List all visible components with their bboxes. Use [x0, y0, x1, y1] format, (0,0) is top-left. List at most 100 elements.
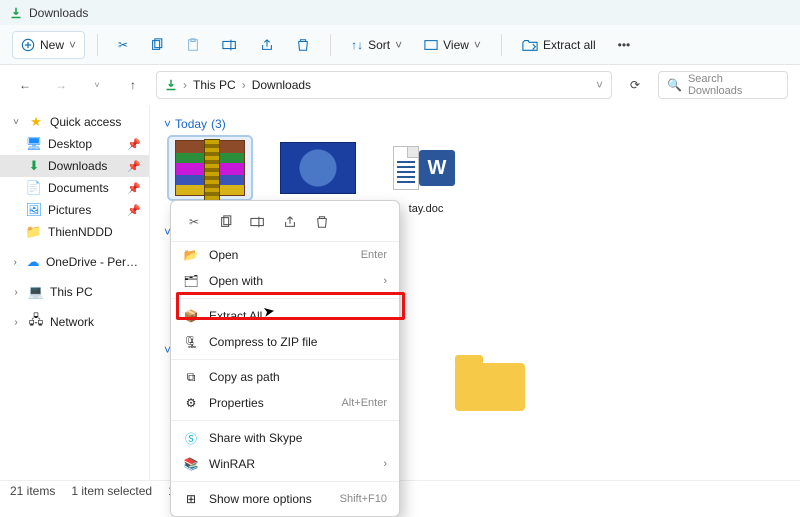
view-button[interactable]: View ˅: [416, 31, 489, 59]
group-count: (3): [211, 117, 226, 131]
share-button[interactable]: [252, 31, 282, 59]
ctx-shortcut: Shift+F10: [340, 493, 387, 505]
group-today[interactable]: ˅ Today (3): [164, 117, 786, 131]
sidebar-network[interactable]: › 🖧 Network: [0, 311, 149, 333]
sidebar-item-label: ThienNDDD: [48, 225, 113, 239]
file-item[interactable]: [444, 363, 536, 411]
new-button[interactable]: New ˅: [12, 31, 85, 59]
view-icon: [424, 39, 438, 51]
search-box[interactable]: 🔍 Search Downloads: [658, 71, 788, 99]
document-icon: 📄: [26, 180, 42, 196]
breadcrumb-thispc[interactable]: This PC: [193, 78, 236, 92]
rename-button[interactable]: [214, 31, 246, 59]
sidebar-item-label: Network: [50, 315, 94, 329]
back-button[interactable]: ←: [12, 72, 38, 98]
open-with-icon: 🗂: [183, 274, 199, 288]
sidebar-downloads[interactable]: ⬇ Downloads 📌: [0, 155, 149, 177]
ctx-rename[interactable]: [245, 211, 271, 233]
ctx-label: Show more options: [209, 492, 312, 506]
ctx-divider: [171, 420, 399, 421]
sidebar-item-label: Quick access: [50, 115, 121, 129]
status-items: 21 items: [10, 484, 55, 498]
word-icon: W: [397, 146, 455, 190]
up-button[interactable]: ↑: [120, 72, 146, 98]
ctx-winrar[interactable]: 📚 WinRAR ›: [171, 451, 399, 477]
ctx-shortcut: Enter: [361, 249, 387, 261]
winrar-icon: 📚: [183, 457, 199, 471]
ctx-delete[interactable]: [309, 211, 335, 233]
ctx-divider: [171, 298, 399, 299]
download-icon: [165, 79, 177, 91]
toolbar-divider: [97, 34, 98, 56]
chevron-right-icon[interactable]: ›: [10, 257, 20, 268]
sidebar-thispc[interactable]: › 💻 This PC: [0, 281, 149, 303]
sort-button[interactable]: ↑↓ Sort ˅: [343, 31, 410, 59]
folder-icon: 📁: [26, 224, 42, 240]
file-thumb: [169, 137, 251, 199]
chevron-right-icon: ›: [383, 275, 387, 287]
properties-icon: ⚙: [183, 396, 199, 410]
ctx-label: Open: [209, 248, 238, 262]
sidebar-desktop[interactable]: 🖥 Desktop 📌: [0, 133, 149, 155]
sidebar-item-label: Downloads: [48, 159, 107, 173]
copy-button[interactable]: [142, 31, 172, 59]
ctx-open[interactable]: 📂 Open Enter: [171, 242, 399, 268]
cut-button[interactable]: ✂: [110, 31, 136, 59]
ctx-cut[interactable]: ✂: [181, 211, 207, 233]
pictures-icon: 🖼: [26, 202, 42, 218]
ctx-label: Share with Skype: [209, 431, 302, 445]
ctx-compress[interactable]: 🗜 Compress to ZIP file: [171, 329, 399, 355]
ctx-properties[interactable]: ⚙ Properties Alt+Enter: [171, 390, 399, 416]
ctx-extract-all[interactable]: 📦 Extract All...: [171, 303, 399, 329]
ctx-open-with[interactable]: 🗂 Open with ›: [171, 268, 399, 294]
pin-icon: 📌: [127, 204, 141, 217]
ctx-label: Properties: [209, 396, 264, 410]
toolbar-divider: [330, 34, 331, 56]
forward-button[interactable]: →: [48, 72, 74, 98]
chevron-right-icon[interactable]: ›: [10, 287, 22, 298]
status-selected: 1 item selected: [71, 484, 152, 498]
ctx-share[interactable]: [277, 211, 303, 233]
copy-path-icon: ⧉: [183, 370, 199, 385]
sidebar-onedrive[interactable]: › ☁ OneDrive - Personal: [0, 251, 149, 273]
download-icon: ⬇: [26, 158, 42, 174]
clipboard-icon: [186, 38, 200, 52]
file-thumb: W: [385, 137, 467, 199]
breadcrumb-downloads[interactable]: Downloads: [252, 78, 311, 92]
sidebar-thien[interactable]: 📁 ThienNDDD: [0, 221, 149, 243]
address-row: ← → ˅ ↑ › This PC › Downloads ˅ ⟳ 🔍 Sear…: [0, 65, 800, 105]
extract-icon: [522, 38, 538, 52]
refresh-button[interactable]: ⟳: [622, 72, 648, 98]
image-thumb: [280, 142, 356, 194]
ctx-show-more[interactable]: ⊞ Show more options Shift+F10: [171, 486, 399, 512]
file-thumb: [277, 137, 359, 199]
extract-all-button[interactable]: Extract all: [514, 31, 604, 59]
network-icon: 🖧: [28, 314, 44, 330]
recent-button[interactable]: ˅: [84, 72, 110, 98]
chevron-down-icon[interactable]: ˅: [10, 117, 22, 128]
extract-icon: 📦: [183, 309, 199, 323]
ctx-copy-path[interactable]: ⧉ Copy as path: [171, 364, 399, 390]
paste-button[interactable]: [178, 31, 208, 59]
address-bar[interactable]: › This PC › Downloads ˅: [156, 71, 612, 99]
pin-icon: 📌: [127, 138, 141, 151]
delete-button[interactable]: [288, 31, 318, 59]
chevron-down-icon: ˅: [395, 38, 402, 52]
ctx-label: WinRAR: [209, 457, 255, 471]
chevron-down-icon[interactable]: ˅: [596, 78, 603, 92]
sidebar-pictures[interactable]: 🖼 Pictures 📌: [0, 199, 149, 221]
sidebar-documents[interactable]: 📄 Documents 📌: [0, 177, 149, 199]
winrar-icon: [175, 140, 245, 196]
chevron-right-icon[interactable]: ›: [10, 317, 22, 328]
sort-label: Sort: [368, 38, 390, 52]
sidebar: ˅ ★ Quick access 🖥 Desktop 📌 ⬇ Downloads…: [0, 105, 150, 480]
ctx-share-skype[interactable]: Ⓢ Share with Skype: [171, 425, 399, 451]
sidebar-item-label: Desktop: [48, 137, 92, 151]
group-label: Today: [175, 117, 207, 131]
ctx-copy[interactable]: [213, 211, 239, 233]
download-icon: [10, 7, 22, 19]
sidebar-quick-access[interactable]: ˅ ★ Quick access: [0, 111, 149, 133]
plus-icon: [21, 38, 35, 52]
more-button[interactable]: •••: [610, 31, 639, 59]
sidebar-item-label: OneDrive - Personal: [46, 255, 139, 269]
